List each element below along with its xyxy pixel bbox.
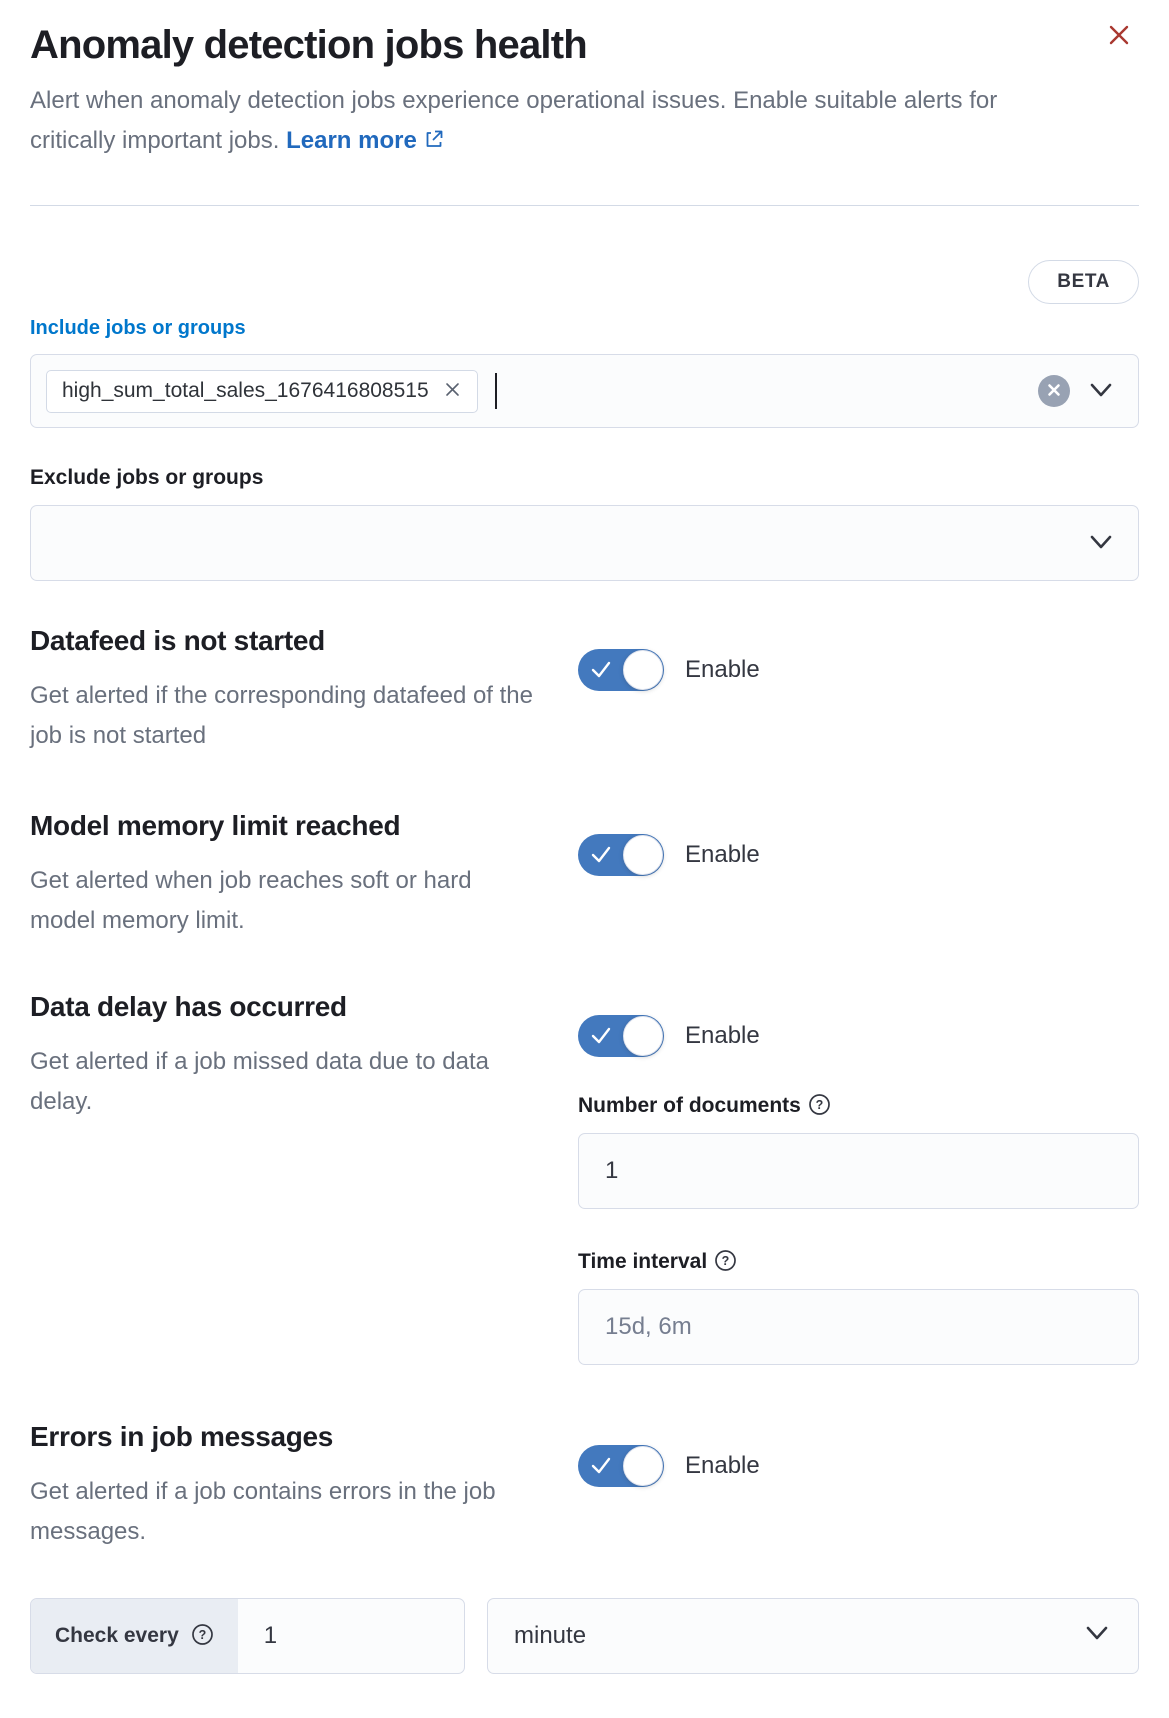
check-every-help[interactable]: ? (191, 1623, 214, 1649)
datafeed-enable-toggle[interactable] (578, 649, 664, 691)
beta-badge: BETA (1028, 260, 1139, 304)
check-every-field: Check every ? (30, 1598, 465, 1674)
selected-job-tag-label: high_sum_total_sales_1676416808515 (62, 379, 429, 403)
close-button[interactable] (1105, 22, 1133, 50)
section-errors-in-job-messages: Errors in job messages Get alerted if a … (30, 1419, 1139, 1552)
check-icon (589, 659, 613, 684)
external-link-icon (423, 129, 445, 156)
check-icon (589, 1025, 613, 1050)
number-of-documents-help[interactable]: ? (808, 1093, 831, 1119)
section-description: Get alerted if a job contains errors in … (30, 1472, 535, 1552)
check-icon (589, 1455, 613, 1480)
exclude-jobs-label: Exclude jobs or groups (30, 466, 1139, 490)
section-title: Data delay has occurred (30, 989, 578, 1025)
time-interval-label: Time interval (578, 1250, 707, 1274)
text-cursor (495, 373, 497, 409)
help-icon: ? (808, 1093, 831, 1119)
number-of-documents-input[interactable] (578, 1133, 1139, 1209)
interval-unit-value: minute (514, 1622, 586, 1650)
section-datafeed-not-started: Datafeed is not started Get alerted if t… (30, 623, 1139, 756)
clear-selection-button[interactable] (1038, 375, 1070, 407)
chevron-down-icon (1082, 1622, 1112, 1651)
schedule-row: Check every ? minute (30, 1598, 1139, 1674)
help-icon: ? (191, 1623, 214, 1649)
svg-text:?: ? (816, 1098, 824, 1112)
divider (30, 205, 1139, 206)
enable-label: Enable (685, 841, 760, 869)
page-title: Anomaly detection jobs health (30, 22, 1139, 68)
time-interval-help[interactable]: ? (714, 1249, 737, 1275)
include-combobox-chevron[interactable] (1086, 379, 1116, 404)
section-model-memory-limit: Model memory limit reached Get alerted w… (30, 808, 1139, 941)
exclude-jobs-combobox[interactable] (30, 505, 1139, 581)
page-description: Alert when anomaly detection jobs experi… (30, 81, 1020, 163)
errors-enable-toggle[interactable] (578, 1445, 664, 1487)
toggle-knob (623, 835, 663, 875)
model-memory-enable-toggle[interactable] (578, 834, 664, 876)
chevron-down-icon (1086, 379, 1116, 404)
clear-icon (1046, 382, 1062, 401)
time-interval-input[interactable] (578, 1289, 1139, 1365)
check-every-input[interactable] (238, 1599, 464, 1673)
description-text: Alert when anomaly detection jobs experi… (30, 87, 997, 154)
remove-tag-button[interactable] (443, 380, 462, 402)
section-data-delay: Data delay has occurred Get alerted if a… (30, 989, 1139, 1365)
toggle-knob (623, 1446, 663, 1486)
section-description: Get alerted if the corresponding datafee… (30, 676, 535, 756)
svg-text:?: ? (198, 1628, 206, 1642)
include-jobs-combobox[interactable]: high_sum_total_sales_1676416808515 (30, 354, 1139, 428)
toggle-knob (623, 650, 663, 690)
enable-label: Enable (685, 1452, 760, 1480)
exclude-combobox-chevron[interactable] (1086, 531, 1116, 556)
number-of-documents-label: Number of documents (578, 1094, 801, 1118)
chevron-down-icon (1086, 531, 1116, 556)
section-title: Model memory limit reached (30, 808, 578, 844)
enable-label: Enable (685, 656, 760, 684)
data-delay-enable-toggle[interactable] (578, 1015, 664, 1057)
learn-more-link[interactable]: Learn more (286, 127, 445, 154)
cross-icon (443, 380, 462, 402)
include-jobs-label: Include jobs or groups (30, 317, 1139, 340)
section-description: Get alerted if a job missed data due to … (30, 1042, 535, 1122)
svg-text:?: ? (722, 1254, 730, 1268)
section-title: Datafeed is not started (30, 623, 578, 659)
selected-job-tag: high_sum_total_sales_1676416808515 (46, 370, 478, 413)
close-icon (1106, 22, 1132, 51)
section-description: Get alerted when job reaches soft or har… (30, 861, 535, 941)
enable-label: Enable (685, 1022, 760, 1050)
check-every-label: Check every ? (31, 1599, 238, 1673)
help-icon: ? (714, 1249, 737, 1275)
section-title: Errors in job messages (30, 1419, 578, 1455)
toggle-knob (623, 1016, 663, 1056)
check-icon (589, 844, 613, 869)
interval-unit-select[interactable]: minute (487, 1598, 1139, 1674)
